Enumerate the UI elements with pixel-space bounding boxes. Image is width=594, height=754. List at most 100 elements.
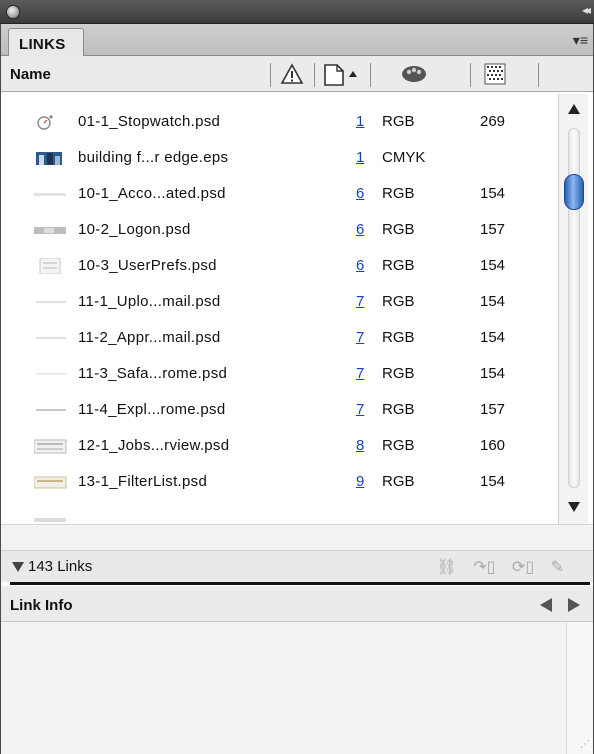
previous-link-icon[interactable] [540,598,552,612]
tab-links[interactable]: LINKS [8,28,84,57]
link-ppi: 160 [480,437,506,454]
link-page-number[interactable]: 6 [356,221,364,238]
link-color-space: RGB [382,437,415,454]
link-info-title: Link Info [10,597,73,614]
link-ppi: 157 [480,221,506,238]
screenshot-thumbnail-icon [36,409,66,411]
collapse-panel-icon[interactable]: ◂◂ [582,3,591,17]
column-separator[interactable] [470,63,471,87]
link-filename: building f...r edge.eps [78,149,229,166]
link-color-space: CMYK [382,149,426,166]
scroll-thumb[interactable] [564,174,584,210]
column-name-header[interactable]: Name [10,66,51,83]
link-color-space: RGB [382,185,415,202]
link-page-number[interactable]: 7 [356,401,364,418]
link-filename: 10-3_UserPrefs.psd [78,257,217,274]
column-separator[interactable] [270,63,271,87]
panel-splitter[interactable] [0,524,594,550]
link-row[interactable]: 11-3_Safa...rome.psd 7 RGB 154 [10,356,558,392]
page-column-icon[interactable] [322,63,358,87]
link-color-space: RGB [382,473,415,490]
link-ppi: 269 [480,113,506,130]
close-button[interactable] [6,5,20,19]
link-row[interactable] [10,500,558,524]
link-row[interactable]: 10-3_UserPrefs.psd 6 RGB 154 [10,248,558,284]
screenshot-thumbnail-icon [36,373,66,375]
link-filename: 11-1_Uplo...mail.psd [78,293,221,310]
resize-grip-icon[interactable]: ⋰ [580,739,590,750]
edit-original-icon[interactable]: ✎ [551,559,564,576]
column-header: Name [0,56,594,92]
link-row[interactable]: 10-2_Logon.psd 6 RGB 157 [10,212,558,248]
column-separator[interactable] [314,63,315,87]
tab-strip: LINKS ▾≡ [0,24,594,57]
links-status-bar: 143 Links ⛓ ↷▯ ⟳▯ ✎ [0,550,594,582]
column-separator[interactable] [370,63,371,87]
link-row[interactable]: 10-1_Acco...ated.psd 6 RGB 154 [10,176,558,212]
link-row[interactable]: 13-1_FilterList.psd 9 RGB 154 [10,464,558,500]
screenshot-thumbnail-icon [39,258,61,274]
link-page-number[interactable]: 6 [356,185,364,202]
screenshot-thumbnail-icon [34,518,66,522]
link-row[interactable]: 12-1_Jobs...rview.psd 8 RGB 160 [10,428,558,464]
column-separator[interactable] [538,63,539,87]
resolution-icon[interactable] [484,63,506,85]
link-page-number[interactable]: 9 [356,473,364,490]
link-info-body: ⋰ [0,622,594,754]
link-filename: 13-1_FilterList.psd [78,473,208,490]
link-ppi: 154 [480,365,506,382]
link-row[interactable]: 11-4_Expl...rome.psd 7 RGB 157 [10,392,558,428]
screenshot-thumbnail-icon [34,476,67,489]
building-thumbnail-icon [36,152,62,165]
link-filename: 10-2_Logon.psd [78,221,191,238]
link-row[interactable]: building f...r edge.eps 1 CMYK [10,140,558,176]
link-color-space: RGB [382,401,415,418]
link-filename: 01-1_Stopwatch.psd [78,113,221,130]
link-filename: 11-4_Expl...rome.psd [78,401,226,418]
scroll-down-arrow-icon[interactable] [568,502,580,512]
panel-menu-icon[interactable]: ▾≡ [573,32,588,49]
links-scrollbar[interactable] [558,94,588,524]
link-filename: 11-3_Safa...rome.psd [78,365,228,382]
scroll-up-arrow-icon[interactable] [568,104,580,114]
link-row[interactable]: 01-1_Stopwatch.psd 1 RGB 269 [10,104,558,140]
link-page-number[interactable]: 6 [356,257,364,274]
screenshot-thumbnail-icon [34,227,66,234]
screenshot-thumbnail-icon [34,193,66,196]
link-page-number[interactable]: 7 [356,293,364,310]
link-filename: 10-1_Acco...ated.psd [78,185,226,202]
link-info-scrollbar[interactable] [566,622,594,754]
link-ppi: 154 [480,293,506,310]
update-link-icon[interactable]: ⟳▯ [512,559,534,576]
link-ppi: 154 [480,473,506,490]
link-ppi: 154 [480,329,506,346]
link-page-number[interactable]: 7 [356,365,364,382]
link-row[interactable]: 11-1_Uplo...mail.psd 7 RGB 154 [10,284,558,320]
relink-cc-libraries-icon[interactable]: ⛓ [436,559,456,576]
link-color-space: RGB [382,293,415,310]
link-ppi: 154 [480,257,506,274]
link-color-space: RGB [382,365,415,382]
link-ppi: 154 [480,185,506,202]
link-page-number[interactable]: 1 [356,113,364,130]
divider [10,582,590,585]
next-link-icon[interactable] [568,598,580,612]
link-row[interactable]: 11-2_Appr...mail.psd 7 RGB 154 [10,320,558,356]
link-color-space: RGB [382,257,415,274]
link-color-space: RGB [382,221,415,238]
screenshot-thumbnail-icon [34,439,67,454]
link-page-number[interactable]: 8 [356,437,364,454]
color-space-icon[interactable] [400,63,428,85]
status-warning-icon[interactable] [280,63,304,85]
link-info-disclosure-icon[interactable] [12,562,24,572]
links-list: 01-1_Stopwatch.psd 1 RGB 269 building f.… [10,94,558,524]
link-page-number[interactable]: 7 [356,329,364,346]
link-filename: 11-2_Appr...mail.psd [78,329,221,346]
link-color-space: RGB [382,113,415,130]
stopwatch-thumbnail-icon [37,115,53,130]
panel-titlebar[interactable]: ◂◂ [0,0,594,24]
link-color-space: RGB [382,329,415,346]
link-actions: ⛓ ↷▯ ⟳▯ ✎ [424,557,564,577]
relink-icon[interactable]: ↷▯ [473,559,495,576]
link-page-number[interactable]: 1 [356,149,364,166]
